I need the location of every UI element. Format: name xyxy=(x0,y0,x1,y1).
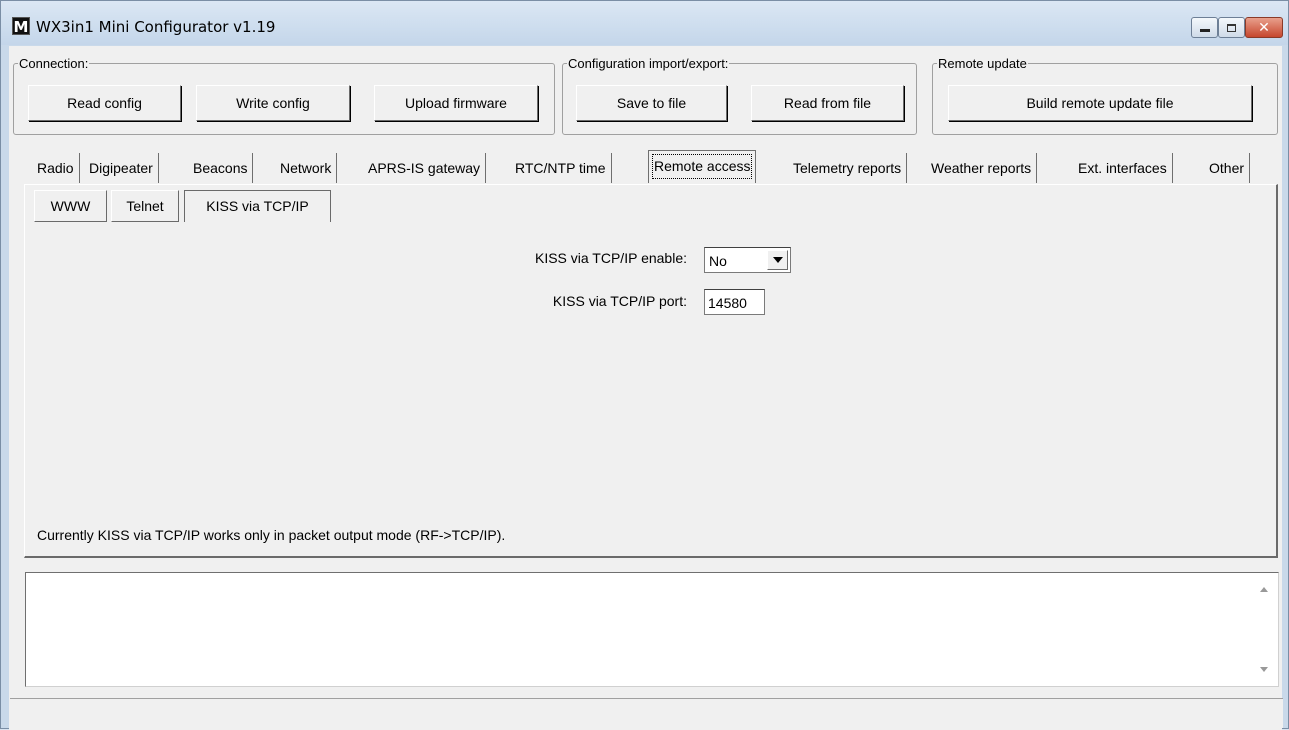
kiss-port-label: KISS via TCP/IP port: xyxy=(552,293,687,309)
dropdown-button[interactable] xyxy=(767,250,788,270)
remote-access-panel: WWW Telnet KISS via TCP/IP KISS via TCP/… xyxy=(24,184,1278,558)
connection-legend: Connection: xyxy=(19,56,89,71)
scroll-down-icon[interactable] xyxy=(1260,667,1268,672)
read-config-button[interactable]: Read config xyxy=(28,85,181,121)
close-icon: ✕ xyxy=(1258,19,1270,36)
scroll-up-icon[interactable] xyxy=(1260,587,1268,592)
window-title: WX3in1 Mini Configurator v1.19 xyxy=(36,18,276,36)
maximize-icon xyxy=(1227,23,1236,32)
tab-weather-reports[interactable]: Weather reports xyxy=(926,153,1038,183)
app-logo-icon: M xyxy=(12,17,30,36)
minimize-button[interactable] xyxy=(1191,17,1218,38)
tab-beacons[interactable]: Beacons xyxy=(188,153,254,183)
subtab-kiss-tcp-ip[interactable]: KISS via TCP/IP xyxy=(184,190,331,222)
tab-telemetry-reports[interactable]: Telemetry reports xyxy=(788,153,908,183)
tab-network[interactable]: Network xyxy=(275,153,338,183)
tab-remote-access[interactable]: Remote access xyxy=(648,150,757,183)
build-remote-update-button[interactable]: Build remote update file xyxy=(948,85,1252,121)
write-config-button[interactable]: Write config xyxy=(196,85,350,121)
remote-update-legend: Remote update xyxy=(938,56,1027,71)
status-bar xyxy=(10,698,1283,728)
maximize-button[interactable] xyxy=(1218,17,1245,38)
kiss-info-note: Currently KISS via TCP/IP works only in … xyxy=(37,527,506,543)
minimize-icon xyxy=(1199,29,1210,32)
save-to-file-button[interactable]: Save to file xyxy=(576,85,727,121)
kiss-port-input[interactable]: 14580 xyxy=(704,289,765,315)
kiss-enable-label: KISS via TCP/IP enable: xyxy=(534,250,687,266)
kiss-enable-value: No xyxy=(709,253,727,269)
tab-ext-interfaces[interactable]: Ext. interfaces xyxy=(1073,153,1173,183)
read-from-file-button[interactable]: Read from file xyxy=(751,85,904,121)
app-window: M WX3in1 Mini Configurator v1.19 ✕ Conne… xyxy=(0,0,1289,730)
subtab-telnet[interactable]: Telnet xyxy=(111,190,179,222)
upload-firmware-button[interactable]: Upload firmware xyxy=(374,85,538,121)
tab-rtc-ntp-time[interactable]: RTC/NTP time xyxy=(510,153,612,183)
tab-aprs-is-gateway[interactable]: APRS-IS gateway xyxy=(363,153,487,183)
tab-other[interactable]: Other xyxy=(1204,153,1251,183)
title-bar[interactable]: M WX3in1 Mini Configurator v1.19 ✕ xyxy=(1,1,1288,45)
log-textarea[interactable] xyxy=(25,572,1279,687)
tab-radio[interactable]: Radio xyxy=(32,153,80,183)
chevron-down-icon xyxy=(772,257,783,263)
tab-digipeater[interactable]: Digipeater xyxy=(84,153,159,183)
config-io-legend: Configuration import/export: xyxy=(568,56,729,71)
kiss-enable-select[interactable]: No xyxy=(704,247,791,273)
subtab-www[interactable]: WWW xyxy=(34,190,107,222)
close-button[interactable]: ✕ xyxy=(1245,17,1283,38)
